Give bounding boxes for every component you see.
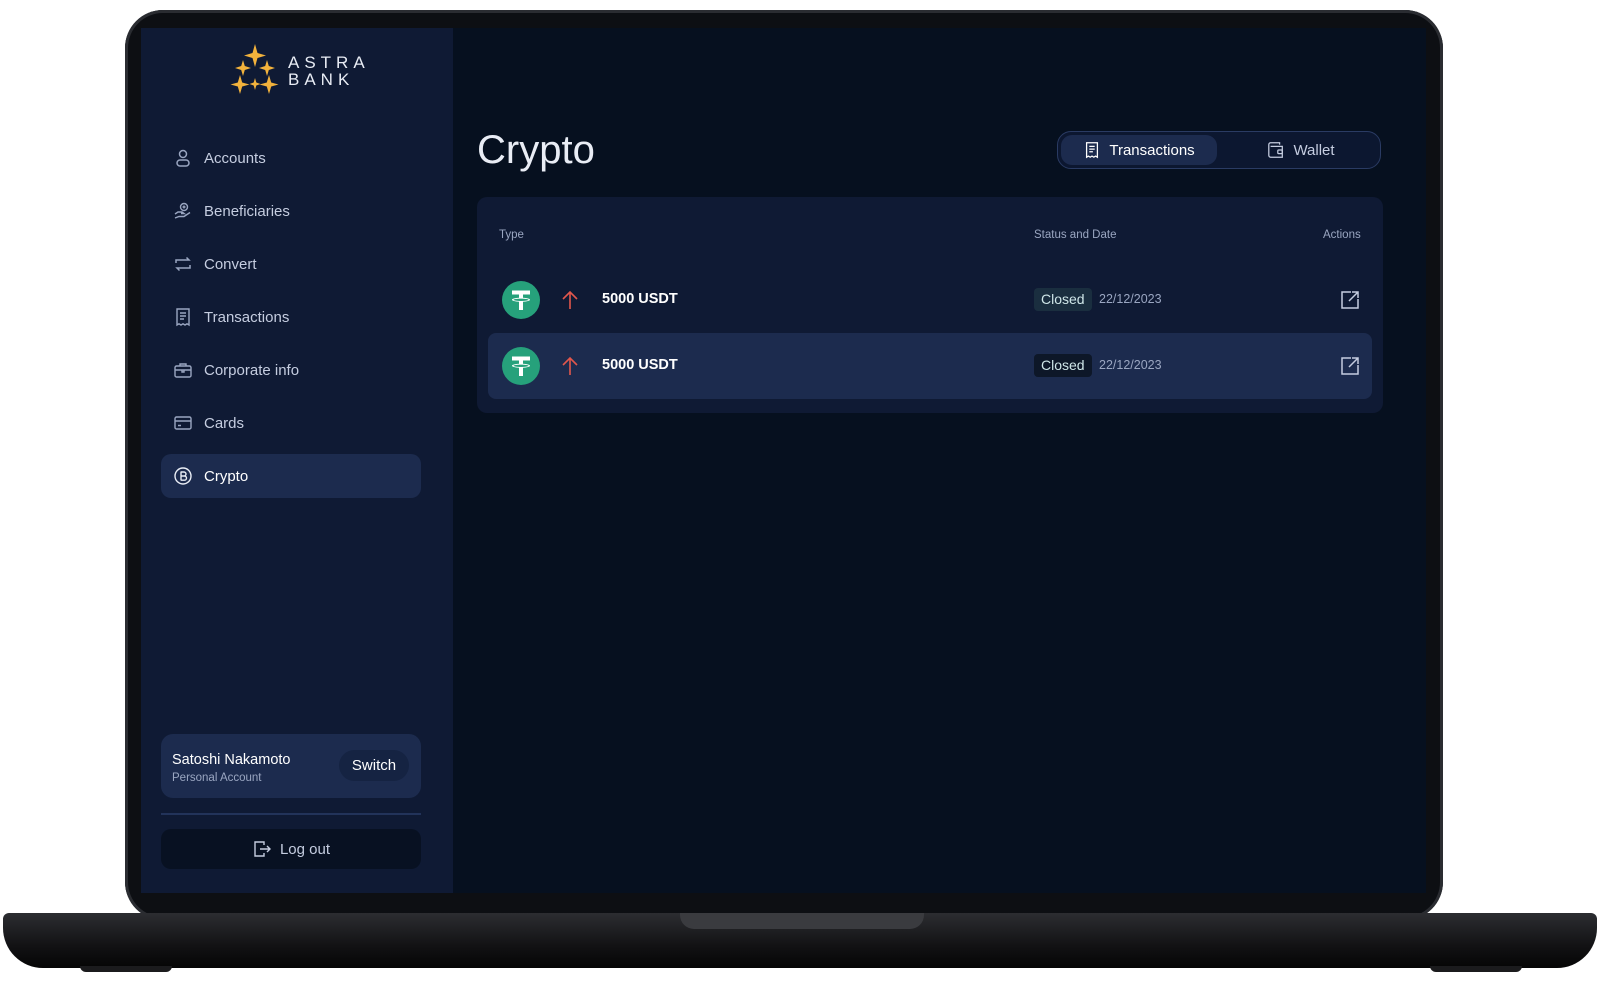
- receipt-icon: [1086, 142, 1099, 159]
- sidebar-item-label: Crypto: [204, 467, 249, 485]
- transactions-table: Type Status and Date Actions 5000 USDT C…: [477, 197, 1383, 413]
- account-switcher: Satoshi Nakamoto Personal Account Switch: [161, 734, 421, 798]
- arrow-up-icon: [562, 356, 578, 375]
- bitcoin-icon: [173, 466, 193, 486]
- receipt-icon: [173, 307, 193, 327]
- external-link-icon[interactable]: [1339, 355, 1361, 377]
- brand-line-1: ASTRA: [288, 53, 370, 72]
- sidebar-item-label: Accounts: [204, 149, 266, 167]
- tab-wallet[interactable]: Wallet: [1226, 135, 1376, 165]
- sidebar-item-label: Beneficiaries: [204, 202, 290, 220]
- brand-line-2: BANK: [288, 70, 355, 89]
- sidebar-item-crypto[interactable]: Crypto: [161, 454, 421, 498]
- laptop-foot-right: [1430, 966, 1522, 972]
- convert-arrows-icon: [173, 254, 193, 274]
- table-row[interactable]: 5000 USDT Closed 22/12/2023: [488, 267, 1372, 333]
- tab-transactions[interactable]: Transactions: [1061, 135, 1217, 165]
- laptop-notch: [680, 913, 924, 929]
- tab-label: Transactions: [1109, 141, 1195, 159]
- account-name: Satoshi Nakamoto: [172, 752, 291, 768]
- external-link-icon[interactable]: [1339, 289, 1361, 311]
- column-header-actions: Actions: [1323, 229, 1361, 241]
- app-screen: ASTRA BANK Accounts Beneficiaries Conver…: [141, 28, 1426, 893]
- column-header-type: Type: [499, 229, 524, 241]
- transaction-amount: 5000 USDT: [602, 291, 678, 307]
- page-title: Crypto: [477, 128, 595, 172]
- sidebar-item-label: Transactions: [204, 308, 290, 326]
- transaction-date: 22/12/2023: [1099, 292, 1162, 306]
- user-icon: [173, 148, 193, 168]
- column-header-status-date: Status and Date: [1034, 229, 1117, 241]
- sidebar: ASTRA BANK Accounts Beneficiaries Conver…: [141, 28, 453, 893]
- sidebar-item-transactions[interactable]: Transactions: [161, 295, 421, 339]
- transaction-amount: 5000 USDT: [602, 357, 678, 373]
- switch-account-button[interactable]: Switch: [339, 750, 409, 781]
- sidebar-item-accounts[interactable]: Accounts: [161, 136, 421, 180]
- tab-label: Wallet: [1293, 141, 1335, 159]
- table-row[interactable]: 5000 USDT Closed 22/12/2023: [488, 333, 1372, 399]
- sidebar-item-beneficiaries[interactable]: Beneficiaries: [161, 189, 421, 233]
- arrow-up-icon: [562, 290, 578, 309]
- sidebar-item-convert[interactable]: Convert: [161, 242, 421, 286]
- laptop-foot-left: [80, 966, 172, 972]
- wallet-icon: [1268, 142, 1284, 158]
- logout-button[interactable]: Log out: [161, 829, 421, 869]
- view-toggle: Transactions Wallet: [1057, 131, 1381, 169]
- brand-wordmark: ASTRA BANK: [288, 54, 370, 88]
- credit-card-icon: [173, 413, 193, 433]
- transaction-date: 22/12/2023: [1099, 358, 1162, 372]
- logout-icon: [254, 841, 271, 857]
- status-badge: Closed: [1034, 288, 1092, 311]
- sidebar-item-label: Corporate info: [204, 361, 300, 379]
- stars-logo-icon: [230, 44, 279, 94]
- sidebar-divider: [161, 813, 421, 815]
- tether-icon: [502, 347, 540, 385]
- astra-bank-logo[interactable]: ASTRA BANK: [229, 42, 369, 102]
- logout-label: Log out: [279, 840, 331, 858]
- sidebar-item-corporate-info[interactable]: Corporate info: [161, 348, 421, 392]
- sidebar-nav: Accounts Beneficiaries Convert Transacti…: [161, 136, 421, 507]
- briefcase-icon: [173, 360, 193, 380]
- sidebar-item-cards[interactable]: Cards: [161, 401, 421, 445]
- account-type: Personal Account: [172, 772, 262, 784]
- sidebar-item-label: Cards: [204, 414, 245, 432]
- sidebar-item-label: Convert: [204, 255, 257, 273]
- tether-icon: [502, 281, 540, 319]
- hand-coins-icon: [173, 201, 193, 221]
- status-badge: Closed: [1034, 354, 1092, 377]
